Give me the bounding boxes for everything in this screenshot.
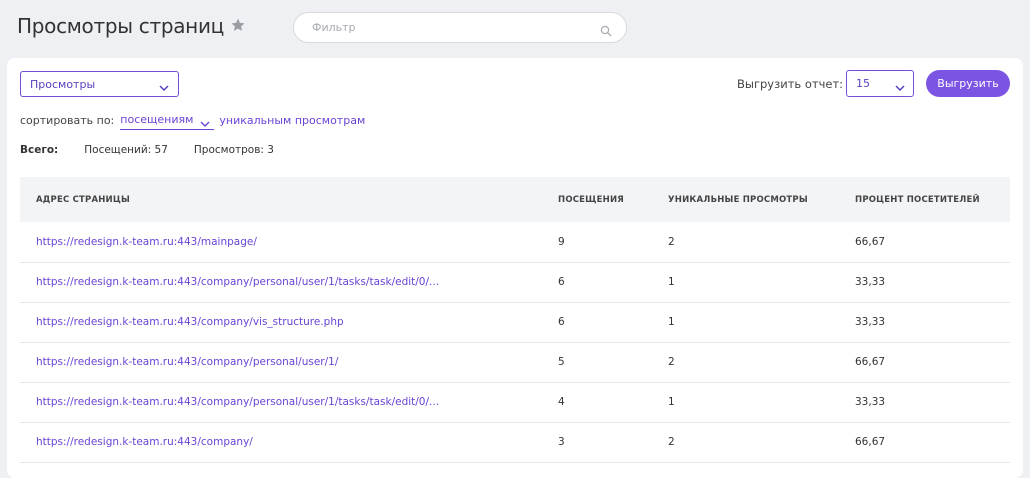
count-select[interactable]: 15	[846, 70, 914, 97]
star-icon[interactable]	[230, 17, 246, 33]
visits-cell: 9	[558, 235, 565, 248]
totals: Всего: Посещений: 57 Просмотров: 3	[20, 144, 274, 156]
count-select-value: 15	[856, 77, 870, 90]
table-row: https://redesign.k-team.ru:443/mainpage/…	[20, 222, 1010, 262]
export-label: Выгрузить отчет:	[737, 77, 844, 91]
percent-cell: 33,33	[855, 396, 886, 408]
unique-views-cell: 1	[668, 396, 675, 408]
sort-label: сортировать по:	[20, 114, 115, 127]
table-header-row: АДРЕС СТРАНИЦЫ ПОСЕЩЕНИЯ УНИКАЛЬНЫЕ ПРОС…	[20, 177, 1010, 222]
percent-cell: 66,67	[855, 356, 886, 368]
totals-visits: Посещений: 57	[84, 144, 168, 156]
chevron-down-icon	[200, 117, 210, 127]
column-header-url[interactable]: АДРЕС СТРАНИЦЫ	[20, 177, 558, 222]
table-row: https://redesign.k-team.ru:443/company/p…	[20, 382, 1010, 422]
unique-views-cell: 2	[668, 356, 675, 368]
page-views-table: АДРЕС СТРАНИЦЫ ПОСЕЩЕНИЯ УНИКАЛЬНЫЕ ПРОС…	[20, 177, 1010, 463]
table-row: https://redesign.k-team.ru:443/company/ …	[20, 422, 1010, 462]
export-button[interactable]: Выгрузить	[926, 70, 1010, 97]
filter-box[interactable]	[293, 12, 627, 43]
sort-row: сортировать по: посещениям уникальным пр…	[20, 112, 365, 130]
unique-views-cell: 2	[668, 235, 675, 248]
page-url-link[interactable]: https://redesign.k-team.ru:443/company/p…	[36, 276, 439, 288]
percent-cell: 66,67	[855, 235, 886, 248]
column-header-percent[interactable]: ПРОЦЕНТ ПОСЕТИТЕЛЕЙ	[855, 177, 1010, 222]
page-title: Просмотры страниц	[17, 14, 224, 38]
page-url-link[interactable]: https://redesign.k-team.ru:443/company/p…	[36, 396, 439, 408]
page-url-link[interactable]: https://redesign.k-team.ru:443/company/p…	[36, 356, 338, 368]
visits-cell: 4	[558, 396, 565, 408]
totals-views: Просмотров: 3	[193, 144, 274, 156]
percent-cell: 33,33	[855, 316, 886, 328]
visits-cell: 6	[558, 316, 565, 328]
unique-views-cell: 1	[668, 316, 675, 328]
unique-views-cell: 1	[668, 276, 675, 288]
page-url-link[interactable]: https://redesign.k-team.ru:443/mainpage/	[36, 236, 257, 248]
page-header: Просмотры страниц	[17, 0, 246, 52]
table-row: https://redesign.k-team.ru:443/company/p…	[20, 342, 1010, 382]
filter-input[interactable]	[312, 21, 600, 34]
report-card: Просмотры Выгрузить отчет: 15 Выгрузить …	[7, 58, 1023, 478]
chevron-down-icon	[895, 81, 905, 91]
totals-label: Всего:	[20, 144, 59, 156]
table-row: https://redesign.k-team.ru:443/company/v…	[20, 302, 1010, 342]
page-url-link[interactable]: https://redesign.k-team.ru:443/company/	[36, 436, 253, 448]
search-icon[interactable]	[600, 22, 612, 36]
view-select-value: Просмотры	[30, 77, 96, 91]
chevron-down-icon	[159, 81, 169, 92]
column-header-visits[interactable]: ПОСЕЩЕНИЯ	[558, 177, 668, 222]
page-url-link[interactable]: https://redesign.k-team.ru:443/company/v…	[36, 316, 344, 328]
percent-cell: 66,67	[855, 436, 886, 448]
sort-by-visits-label: посещениям	[120, 113, 194, 126]
sort-by-unique-views[interactable]: уникальным просмотрам	[219, 114, 365, 127]
visits-cell: 3	[558, 436, 565, 448]
sort-by-visits[interactable]: посещениям	[120, 113, 215, 130]
table-row: https://redesign.k-team.ru:443/company/p…	[20, 262, 1010, 302]
visits-cell: 6	[558, 276, 565, 288]
unique-views-cell: 2	[668, 436, 675, 448]
view-select[interactable]: Просмотры	[20, 71, 179, 97]
visits-cell: 5	[558, 356, 565, 368]
column-header-unique-views[interactable]: УНИКАЛЬНЫЕ ПРОСМОТРЫ	[668, 177, 855, 222]
percent-cell: 33,33	[855, 276, 886, 288]
